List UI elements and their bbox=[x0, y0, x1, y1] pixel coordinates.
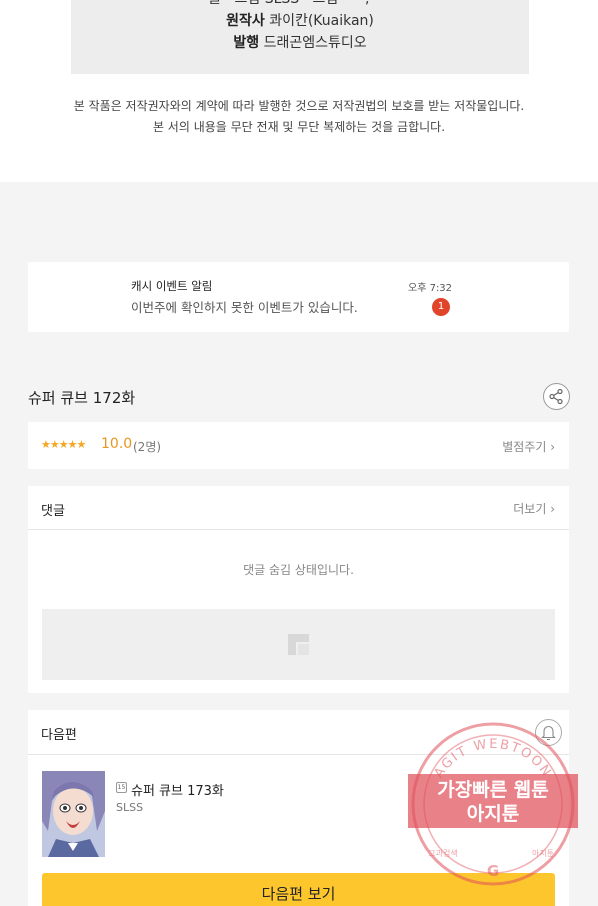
watermark-center-letter: G bbox=[487, 862, 499, 880]
credits-cut-line: 글 · 그림 SLSS · 그림 ·· ··, ·· · bbox=[71, 0, 529, 10]
comments-section: 댓글 더보기 › 댓글 숨김 상태입니다. bbox=[28, 486, 569, 693]
notification-badge: 1 bbox=[432, 298, 450, 316]
share-icon bbox=[549, 388, 563, 405]
copyright-line-2: 본 서의 내용을 무단 전재 및 무단 복제하는 것을 금합니다. bbox=[152, 120, 446, 134]
notification-message: 이번주에 확인하지 못한 이벤트가 있습니다. bbox=[131, 300, 358, 315]
rating-count: (2명) bbox=[133, 440, 162, 454]
credits-publisher-value: 드래곤엠스튜디오 bbox=[263, 35, 367, 51]
credits-original-label: 원작사 bbox=[226, 13, 265, 29]
watermark-stamp: AGIT WEBTOON 가장빠른 웹툰 아지툰 그과검색 아지툰 G bbox=[408, 722, 578, 886]
watermark-main-line-1: 가장빠른 웹툰 bbox=[437, 779, 549, 801]
rating-bar: ★★★★★ 10.0 (2명) 별점주기 › bbox=[28, 422, 569, 469]
next-episode-thumbnail[interactable] bbox=[42, 771, 105, 857]
watermark-bottom-left: 그과검색 bbox=[428, 848, 457, 858]
comments-more-button[interactable]: 더보기 › bbox=[513, 500, 555, 517]
rating-score: 10.0 bbox=[101, 436, 133, 452]
credits-original-value: 콰이칸(Kuaikan) bbox=[269, 13, 374, 29]
credits-original: 원작사 콰이칸(Kuaikan) bbox=[71, 10, 529, 32]
watermark-main-line-2: 아지툰 bbox=[467, 803, 519, 825]
copyright-notice: 본 작품은 저작권자와의 계약에 따라 발행한 것으로 저작권법의 보호를 받는… bbox=[0, 96, 598, 138]
episode-title: 슈퍼 큐브 172화 bbox=[28, 389, 136, 407]
credits-publisher: 발행 드래곤엠스튜디오 bbox=[71, 32, 529, 54]
rate-button[interactable]: 별점주기 › bbox=[502, 438, 555, 455]
comments-header: 댓글 더보기 › bbox=[28, 486, 569, 530]
share-button[interactable] bbox=[543, 383, 570, 410]
comments-hidden-message: 댓글 숨김 상태입니다. bbox=[243, 563, 354, 577]
next-episode-author: SLSS bbox=[116, 801, 144, 814]
age-rating-badge: 15 bbox=[116, 782, 127, 793]
notification-time: 오후 7:32 bbox=[408, 283, 453, 294]
watermark-bottom-right: 아지툰 bbox=[532, 848, 554, 858]
credits-box: 글 · 그림 SLSS · 그림 ·· ··, ·· · 원작사 콰이칸(Kua… bbox=[71, 0, 529, 74]
copyright-line-1: 본 작품은 저작권자와의 계약에 따라 발행한 것으로 저작권법의 보호를 받는… bbox=[73, 99, 525, 113]
next-episode-title[interactable]: 슈퍼 큐브 173화 bbox=[131, 780, 224, 799]
content-footer: 글 · 그림 SLSS · 그림 ·· ··, ·· · 원작사 콰이칸(Kua… bbox=[0, 0, 598, 182]
next-episode-section-title: 다음편 bbox=[41, 728, 77, 743]
notification-title: 캐시 이벤트 알림 bbox=[131, 279, 213, 293]
ad-placeholder[interactable] bbox=[42, 609, 555, 680]
comments-title: 댓글 bbox=[41, 504, 65, 519]
credits-publisher-label: 발행 bbox=[233, 35, 260, 51]
cash-event-notification[interactable]: 캐시 이벤트 알림 이번주에 확인하지 못한 이벤트가 있습니다. 오후 7:3… bbox=[28, 262, 569, 332]
image-placeholder-icon bbox=[288, 634, 309, 655]
star-rating-icon: ★★★★★ bbox=[41, 438, 86, 451]
